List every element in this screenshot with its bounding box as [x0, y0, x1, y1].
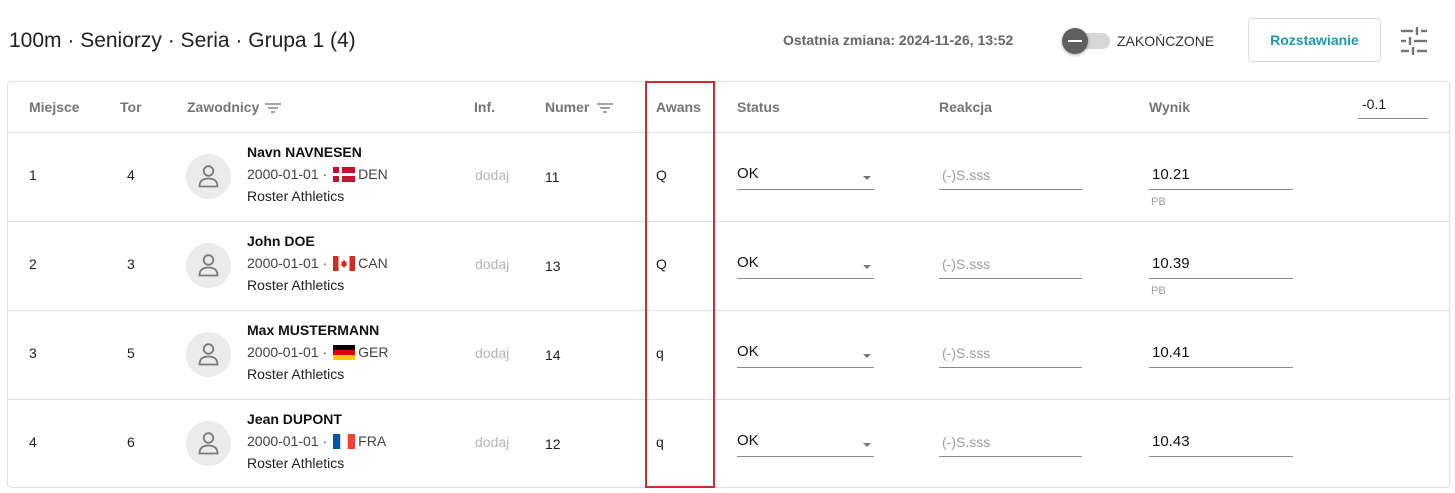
page-title: 100m · Seniorzy · Seria · Grupa 1 (4) — [9, 29, 356, 52]
seeding-button[interactable]: Rozstawianie — [1248, 18, 1381, 62]
athlete-details: 2000-01-01 · CAN — [247, 255, 388, 271]
place-cell: 4 — [29, 434, 37, 450]
athlete-details: 2000-01-01 · FRA — [247, 433, 386, 449]
avatar — [186, 421, 231, 466]
result-input[interactable] — [1149, 431, 1293, 457]
results-table: Miejsce Tor Zawodnicy Inf. Numer Awans S… — [7, 81, 1450, 488]
sliders-icon[interactable] — [1397, 24, 1431, 58]
advance-mark[interactable]: Q — [656, 167, 667, 183]
advance-mark[interactable]: q — [656, 345, 664, 361]
personal-best-badge: PB — [1151, 285, 1166, 297]
table-header: Miejsce Tor Zawodnicy Inf. Numer Awans S… — [8, 82, 1449, 133]
column-header-info: Inf. — [474, 99, 495, 115]
athlete-name: Navn NAVNESEN — [247, 144, 362, 160]
table-row: 3 5 Max MUSTERMANN 2000-01-01 · GER Roster At… — [8, 311, 1449, 400]
athlete-dob: 2000-01-01 · — [247, 344, 328, 360]
advance-mark[interactable]: q — [656, 434, 664, 450]
den-flag-icon — [333, 166, 356, 182]
personal-best-badge: PB — [1151, 196, 1166, 208]
dropdown-caret-icon — [863, 443, 871, 447]
avatar — [186, 243, 231, 288]
ger-flag-icon — [333, 344, 356, 360]
result-input[interactable] — [1149, 253, 1293, 279]
result-input[interactable] — [1149, 342, 1293, 368]
status-value: OK — [737, 165, 759, 182]
lane-cell: 3 — [127, 256, 135, 272]
last-change-timestamp: Ostatnia zmiana: 2024-11-26, 13:52 — [783, 32, 1014, 48]
table-row: 2 3 John DOE 2000-01-01 · CAN Roster Athletic… — [8, 222, 1449, 311]
add-info-link[interactable]: dodaj — [475, 167, 509, 183]
athlete-name: Jean DUPONT — [247, 411, 342, 427]
athlete-club: Roster Athletics — [247, 366, 345, 382]
place-cell: 1 — [29, 167, 37, 183]
athlete-details: 2000-01-01 · DEN — [247, 166, 388, 182]
status-select[interactable]: OK — [737, 164, 874, 190]
athlete-country: CAN — [358, 255, 388, 271]
place-cell: 2 — [29, 256, 37, 272]
athlete-club: Roster Athletics — [247, 455, 345, 471]
column-header-reaction: Reakcja — [939, 99, 992, 115]
result-input[interactable] — [1149, 164, 1293, 190]
column-header-number: Numer — [545, 99, 590, 115]
reaction-input[interactable] — [939, 164, 1082, 190]
athlete-club: Roster Athletics — [247, 188, 345, 204]
reaction-input[interactable] — [939, 431, 1082, 457]
header: 100m · Seniorzy · Seria · Grupa 1 (4) Os… — [0, 0, 1455, 82]
place-cell: 3 — [29, 345, 37, 361]
bib-number: 13 — [545, 258, 561, 274]
athlete-name: John DOE — [247, 233, 315, 249]
athlete-name: Max MUSTERMANN — [247, 322, 380, 338]
column-header-status: Status — [737, 99, 780, 115]
status-select[interactable]: OK — [737, 342, 874, 368]
status-value: OK — [737, 254, 759, 271]
status-select[interactable]: OK — [737, 431, 874, 457]
add-info-link[interactable]: dodaj — [475, 345, 509, 361]
dropdown-caret-icon — [863, 354, 871, 358]
finished-toggle[interactable] — [1062, 28, 1112, 54]
can-flag-icon — [333, 255, 356, 271]
bib-number: 11 — [545, 169, 560, 185]
add-info-link[interactable]: dodaj — [475, 256, 509, 272]
athlete-details: 2000-01-01 · GER — [247, 344, 389, 360]
table-row: 1 4 Navn NAVNESEN 2000-01-01 · DEN Roster Ath… — [8, 133, 1449, 222]
lane-cell: 5 — [127, 345, 135, 361]
athlete-country: DEN — [358, 166, 388, 182]
column-header-athletes: Zawodnicy — [187, 99, 260, 115]
status-value: OK — [737, 432, 759, 449]
wind-input[interactable] — [1358, 94, 1428, 119]
table-row: 4 6 Jean DUPONT 2000-01-01 · FRA Roster Athle… — [8, 400, 1449, 489]
status-select[interactable]: OK — [737, 253, 874, 279]
reaction-input[interactable] — [939, 342, 1082, 368]
column-header-place: Miejsce — [29, 99, 80, 115]
bib-number: 12 — [545, 436, 561, 452]
athlete-dob: 2000-01-01 · — [247, 166, 328, 182]
lane-cell: 6 — [127, 434, 135, 450]
fra-flag-icon — [333, 433, 356, 449]
athlete-dob: 2000-01-01 · — [247, 433, 328, 449]
filter-icon[interactable] — [265, 101, 281, 113]
reaction-input[interactable] — [939, 253, 1082, 279]
filter-icon[interactable] — [597, 101, 613, 113]
dropdown-caret-icon — [863, 176, 871, 180]
avatar — [186, 332, 231, 377]
finished-toggle-label: ZAKOŃCZONE — [1117, 33, 1215, 49]
column-header-lane: Tor — [120, 99, 142, 115]
dropdown-caret-icon — [863, 265, 871, 269]
avatar — [186, 154, 231, 199]
athlete-country: FRA — [358, 433, 387, 449]
add-info-link[interactable]: dodaj — [475, 434, 509, 450]
column-header-advance: Awans — [656, 99, 701, 115]
column-header-result: Wynik — [1149, 99, 1190, 115]
toggle-thumb — [1062, 28, 1088, 54]
bib-number: 14 — [545, 347, 561, 363]
lane-cell: 4 — [127, 167, 135, 183]
advance-mark[interactable]: Q — [656, 256, 667, 272]
athlete-club: Roster Athletics — [247, 277, 345, 293]
athlete-country: GER — [358, 344, 389, 360]
athlete-dob: 2000-01-01 · — [247, 255, 328, 271]
status-value: OK — [737, 343, 759, 360]
